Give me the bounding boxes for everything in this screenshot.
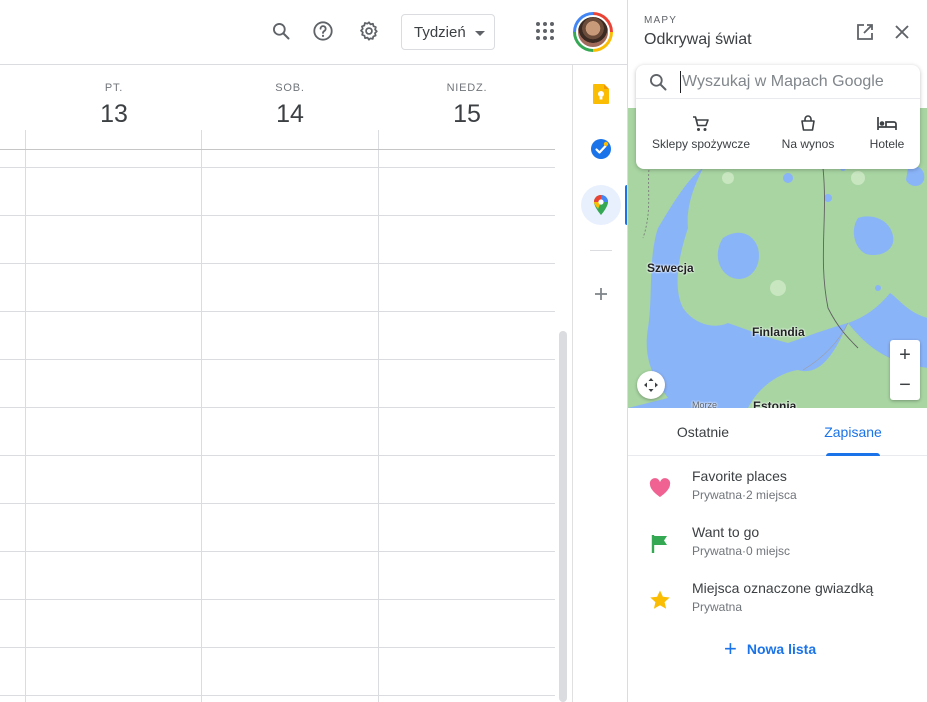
help-icon[interactable] xyxy=(308,16,338,46)
day-number[interactable]: 15 xyxy=(379,100,555,129)
calendar-grid: PT. 13 SOB. 14 NIEDZ. 15 xyxy=(0,65,572,702)
hour-line xyxy=(0,551,555,552)
chevron-down-icon xyxy=(475,31,485,36)
maps-icon[interactable] xyxy=(581,185,621,225)
all-day-divider xyxy=(0,149,555,150)
category-grocery[interactable]: Sklepy spożywcze xyxy=(645,115,757,151)
top-bar: Tydzień xyxy=(0,0,627,65)
saved-tabs: Ostatnie Zapisane xyxy=(628,408,927,456)
search-row xyxy=(636,65,920,99)
hour-line xyxy=(0,647,555,648)
day-header[interactable]: SOB. 14 xyxy=(202,65,378,129)
list-title: Miejsca oznaczone gwiazdką xyxy=(692,580,874,596)
zoom-control: + − xyxy=(890,340,920,400)
list-title: Favorite places xyxy=(692,468,787,484)
side-rail xyxy=(572,65,628,702)
map-label-estonia: Estonia xyxy=(753,399,797,408)
map-label-finland: Finlandia xyxy=(752,325,805,339)
keep-icon[interactable] xyxy=(581,74,621,114)
star-icon xyxy=(648,588,672,612)
category-label: Na wynos xyxy=(781,137,835,151)
open-in-new-icon[interactable] xyxy=(853,20,877,44)
close-icon[interactable] xyxy=(890,20,914,44)
day-header[interactable]: NIEDZ. 15 xyxy=(379,65,555,129)
map-label-sweden: Szwecja xyxy=(647,261,694,275)
list-item[interactable]: Want to go Prywatna·0 miejsc xyxy=(628,524,927,580)
list-title: Want to go xyxy=(692,524,760,540)
hour-line xyxy=(0,215,555,216)
hour-line xyxy=(0,455,555,456)
category-takeout[interactable]: Na wynos xyxy=(772,115,844,151)
list-subtitle: Prywatna·0 miejsc xyxy=(692,544,791,558)
heart-icon xyxy=(648,476,672,500)
tasks-icon[interactable] xyxy=(581,129,621,169)
view-selector-label: Tydzień xyxy=(414,23,466,41)
avatar[interactable] xyxy=(573,12,613,52)
plus-icon: + xyxy=(724,636,737,661)
tab-indicator xyxy=(826,453,880,456)
category-hotels[interactable]: Hotele xyxy=(862,115,912,151)
panel-title: Odkrywaj świat xyxy=(644,31,752,48)
hotel-icon xyxy=(862,115,912,133)
list-subtitle: Prywatna·2 miejsca xyxy=(692,488,797,502)
cart-icon xyxy=(645,115,757,133)
takeout-icon xyxy=(772,115,844,133)
hour-line xyxy=(0,503,555,504)
day-header[interactable]: PT. 13 xyxy=(26,65,202,129)
view-selector[interactable]: Tydzień xyxy=(401,14,495,50)
new-list-label: Nowa lista xyxy=(746,641,817,657)
apps-icon[interactable] xyxy=(530,16,560,46)
hour-line xyxy=(0,167,555,168)
hour-line xyxy=(0,407,555,408)
hour-line xyxy=(0,263,555,264)
hour-line xyxy=(0,311,555,312)
panel-subtitle: MAPY xyxy=(644,15,678,26)
hour-line xyxy=(0,695,555,696)
rail-divider xyxy=(590,250,612,251)
zoom-in-button[interactable]: + xyxy=(890,340,920,370)
maps-search-input[interactable] xyxy=(680,71,890,93)
recenter-icon[interactable] xyxy=(637,371,665,399)
category-label: Hotele xyxy=(869,137,905,151)
flag-icon xyxy=(648,532,672,556)
day-number[interactable]: 13 xyxy=(26,100,202,129)
search-icon[interactable] xyxy=(266,16,296,46)
add-icon[interactable] xyxy=(581,274,621,314)
maps-panel: MAPY Odkrywaj świat Szwecja Finlandia Es… xyxy=(627,0,927,702)
day-name: SOB. xyxy=(275,82,305,94)
list-subtitle: Prywatna xyxy=(692,600,743,614)
app-root: Tydzień PT. 13 SOB. 14 NIEDZ. 15 MAPY Od… xyxy=(0,0,927,702)
new-list-button[interactable]: + Nowa lista xyxy=(724,638,816,660)
hour-line xyxy=(0,599,555,600)
tab-recent[interactable]: Ostatnie xyxy=(658,408,748,456)
day-name: NIEDZ. xyxy=(446,82,488,94)
category-label: Sklepy spożywcze xyxy=(651,137,751,151)
search-card: Sklepy spożywcze Na wynos Hotele xyxy=(636,65,920,169)
day-name: PT. xyxy=(104,82,124,94)
search-icon[interactable] xyxy=(648,72,668,97)
hour-line xyxy=(0,359,555,360)
tab-saved[interactable]: Zapisane xyxy=(808,408,898,456)
day-number[interactable]: 14 xyxy=(202,100,378,129)
list-item[interactable]: Miejsca oznaczone gwiazdką Prywatna xyxy=(628,580,927,636)
scrollbar[interactable] xyxy=(559,331,567,702)
zoom-out-button[interactable]: − xyxy=(890,370,920,400)
list-item[interactable]: Favorite places Prywatna·2 miejsca xyxy=(628,468,927,524)
map-label-sea: Morze xyxy=(692,400,718,408)
settings-icon[interactable] xyxy=(354,16,384,46)
